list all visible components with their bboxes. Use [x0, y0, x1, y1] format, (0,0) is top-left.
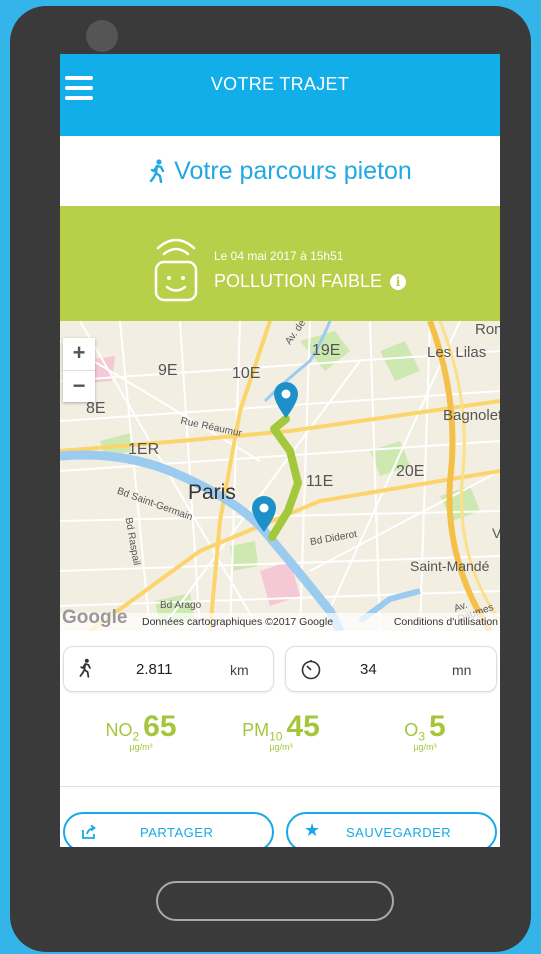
map-data-credit: Données cartographiques ©2017 Google — [142, 616, 334, 628]
page-title: VOTRE TRAJET — [210, 74, 350, 94]
info-icon[interactable]: i — [390, 273, 407, 290]
route-map[interactable]: Ron Les Lilas 19E 9E 10E 8E Bagnolet 1ER… — [60, 321, 500, 631]
pollutant-unit: µg/m³ — [129, 742, 153, 752]
map-label: Ron — [475, 321, 500, 338]
distance-value: 2.811 — [136, 661, 173, 678]
o3-indicator: O3 5 µg/m³ — [385, 710, 465, 752]
pollutant-value: 5 — [429, 710, 446, 743]
map-label: Bd Arago — [160, 600, 202, 611]
stopwatch-icon — [301, 660, 321, 680]
end-pin-icon[interactable] — [250, 495, 278, 533]
camera — [86, 20, 118, 52]
map-label: V — [492, 525, 500, 541]
map-label: 1ER — [128, 441, 160, 458]
phone-frame: VOTRE TRAJET Votre parcours pieton Le 04… — [10, 6, 531, 952]
share-icon — [82, 824, 97, 839]
map-attribution: Google Données cartographiques ©2017 Goo… — [60, 607, 500, 631]
pedestrian-icon — [79, 658, 91, 678]
pollution-level-text: POLLUTION FAIBLE — [214, 271, 383, 291]
pedestrian-icon — [149, 159, 165, 183]
duration-value: 34 — [360, 661, 377, 678]
pollutant-unit: µg/m³ — [413, 742, 437, 752]
map-label: 10E — [232, 365, 261, 382]
pollution-banner: Le 04 mai 2017 à 15h51 POLLUTION FAIBLE … — [60, 206, 500, 321]
google-logo: Google — [62, 607, 128, 628]
distance-unit: km — [230, 662, 249, 678]
map-label: Les Lilas — [427, 344, 487, 361]
pollutant-name: O3 — [404, 720, 425, 744]
start-pin-icon[interactable] — [272, 381, 300, 419]
map-label: Bagnolet — [443, 407, 500, 424]
share-label: PARTAGER — [140, 825, 214, 840]
pollutant-value: 45 — [286, 710, 320, 743]
map-label: 20E — [396, 463, 425, 480]
pm10-indicator: PM10 45 µg/m³ — [226, 710, 336, 752]
map-label-paris: Paris — [188, 481, 236, 504]
zoom-in-button[interactable]: + — [63, 338, 95, 371]
map-canvas — [60, 321, 500, 631]
app-screen: VOTRE TRAJET Votre parcours pieton Le 04… — [60, 54, 500, 847]
pollutant-value: 65 — [143, 710, 177, 743]
distance-box: 2.811 km — [63, 646, 274, 692]
share-button[interactable]: PARTAGER — [63, 812, 274, 847]
no2-indicator: NO2 65 µg/m³ — [86, 710, 196, 752]
duration-box: 34 mn — [285, 646, 497, 692]
pollutant-name: PM10 — [242, 720, 283, 744]
pollutant-name: NO2 — [105, 720, 140, 744]
zoom-out-button[interactable]: − — [63, 371, 95, 403]
duration-unit: mn — [452, 662, 472, 678]
home-button[interactable] — [156, 881, 394, 921]
terms-link[interactable]: Conditions d'utilisation — [394, 616, 498, 628]
save-label: SAUVEGARDER — [346, 825, 452, 840]
map-label: 19E — [312, 342, 341, 359]
map-label: 11E — [306, 473, 334, 490]
pollution-level: POLLUTION FAIBLE i — [214, 271, 407, 292]
save-button[interactable]: ★ SAUVEGARDER — [286, 812, 497, 847]
zoom-control: + − — [63, 338, 95, 402]
top-bar: VOTRE TRAJET — [60, 54, 500, 136]
measure-date: Le 04 mai 2017 à 15h51 — [214, 249, 344, 263]
star-icon: ★ — [304, 820, 321, 840]
smiley-sensor-icon — [154, 238, 198, 302]
map-label: 9E — [158, 362, 178, 379]
divider — [60, 786, 500, 787]
route-title-text: Votre parcours pieton — [174, 156, 412, 185]
map-label: Saint-Mandé — [410, 558, 490, 574]
route-title: Votre parcours pieton — [60, 138, 500, 204]
